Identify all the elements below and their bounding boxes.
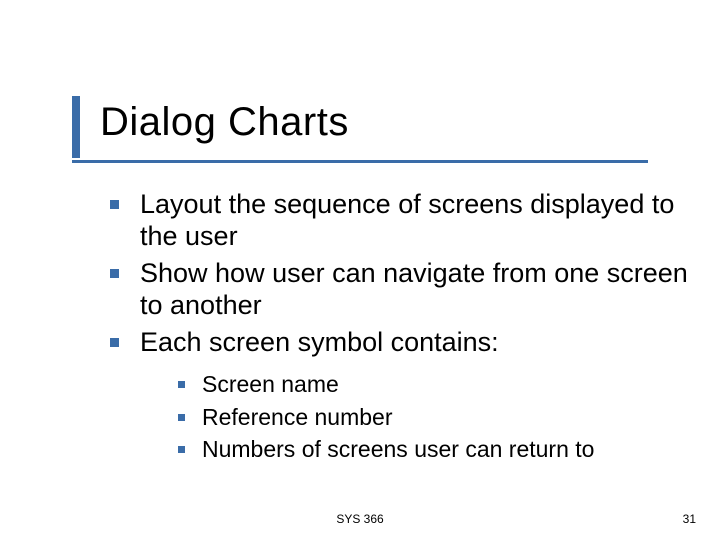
bullet-text: Show how user can navigate from one scre… — [140, 258, 688, 320]
bullet-text: Layout the sequence of screens displayed… — [140, 189, 674, 251]
sub-bullet-list: Screen name Reference number Numbers of … — [168, 370, 690, 464]
bullet-text: Numbers of screens user can return to — [202, 436, 594, 462]
slide-body: Layout the sequence of screens displayed… — [100, 188, 690, 468]
footer-course: SYS 366 — [0, 512, 720, 526]
slide: Dialog Charts Layout the sequence of scr… — [0, 0, 720, 540]
bullet-text: Screen name — [202, 371, 339, 397]
list-item: Reference number — [168, 403, 690, 432]
list-item: Show how user can navigate from one scre… — [100, 257, 690, 322]
title-underline — [72, 160, 648, 163]
bullet-text: Reference number — [202, 404, 393, 430]
bullet-list: Layout the sequence of screens displayed… — [100, 188, 690, 464]
list-item: Layout the sequence of screens displayed… — [100, 188, 690, 253]
title-accent-bar — [72, 96, 80, 158]
slide-title: Dialog Charts — [100, 100, 349, 145]
list-item: Numbers of screens user can return to — [168, 435, 690, 464]
footer-page-number: 31 — [683, 512, 696, 526]
list-item: Each screen symbol contains: Screen name… — [100, 326, 690, 465]
list-item: Screen name — [168, 370, 690, 399]
bullet-text: Each screen symbol contains: — [140, 327, 499, 357]
